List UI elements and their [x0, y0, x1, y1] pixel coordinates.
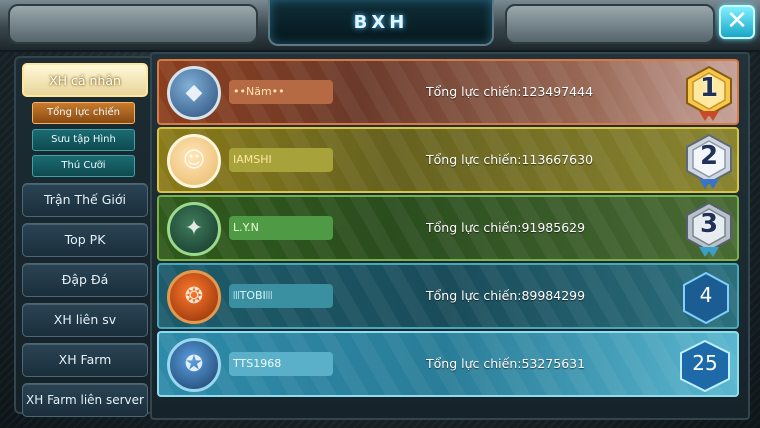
rank-number: 4: [699, 283, 713, 307]
rank-row[interactable]: ✦ L.Y.N Tổng lực chiến:91985629 3: [157, 195, 739, 261]
sidebar-item-xh-ca-nhan[interactable]: XH cá nhân: [22, 63, 148, 97]
avatar[interactable]: ☺: [167, 134, 221, 188]
battle-power: Tổng lực chiến:89984299: [426, 288, 586, 303]
sidebar-item-tran-the-gioi[interactable]: Trận Thế Giới: [22, 183, 148, 217]
subtab-thu-cuoi[interactable]: Thú Cưỡi: [32, 155, 135, 177]
sidebar-item-dap-da[interactable]: Đập Đá: [22, 263, 148, 297]
close-icon: ✕: [726, 6, 748, 36]
top-plate-left: [8, 4, 258, 44]
fire-creature-avatar-icon: ❂: [184, 284, 204, 309]
robot-dragon-avatar-icon: ✪: [184, 352, 204, 377]
player-name: L.Y.N: [229, 216, 333, 240]
rank-row[interactable]: ✪ TTS1968 Tổng lực chiến:53275631 25: [157, 331, 739, 397]
girl-avatar-icon: ☺: [182, 148, 206, 173]
player-name: ꔖTOBIꔖ: [229, 284, 333, 308]
avatar[interactable]: ✪: [167, 338, 221, 392]
battle-power: Tổng lực chiến:91985629: [426, 220, 586, 235]
bronze-medal-icon: 3: [683, 201, 735, 257]
sidebar-item-top-pk[interactable]: Top PK: [22, 223, 148, 257]
avatar[interactable]: ◆: [167, 66, 221, 120]
avatar[interactable]: ✦: [167, 202, 221, 256]
top-plate-right: [505, 4, 715, 44]
sidebar-item-xh-farm[interactable]: XH Farm: [22, 343, 148, 377]
subtab-suu-tap-hinh[interactable]: Sưu tập Hình: [32, 129, 135, 151]
player-name: IAMSHI: [229, 148, 333, 172]
close-button[interactable]: ✕: [719, 5, 755, 39]
title-panel: BXH: [268, 0, 494, 46]
battle-power: Tổng lực chiến:123497444: [426, 84, 594, 99]
dragon-avatar-icon: ◆: [185, 80, 203, 105]
hexagon-rank-icon: 25: [675, 339, 735, 393]
gold-medal-icon: 1: [683, 65, 735, 121]
rank-number: 2: [699, 141, 719, 171]
battle-power: Tổng lực chiến:113667630: [426, 152, 594, 167]
rank-row[interactable]: ❂ ꔖTOBIꔖ Tổng lực chiến:89984299 4: [157, 263, 739, 329]
rank-row[interactable]: ☺ IAMSHI Tổng lực chiến:113667630 2: [157, 127, 739, 193]
battle-power: Tổng lực chiến:53275631: [426, 356, 586, 371]
creature-avatar-icon: ✦: [184, 216, 204, 241]
rank-number: 3: [699, 209, 719, 239]
sidebar-item-xh-farm-lien-server[interactable]: XH Farm liên server: [22, 383, 148, 417]
rank-number: 1: [699, 73, 719, 103]
rank-row[interactable]: ◆ ••Năm•• Tổng lực chiến:123497444 1: [157, 59, 739, 125]
top-bar: BXH ✕: [0, 0, 760, 52]
player-name: TTS1968: [229, 352, 333, 376]
sidebar-item-xh-lien-sv[interactable]: XH liên sv: [22, 303, 148, 337]
avatar[interactable]: ❂: [167, 270, 221, 324]
subtab-tong-luc-chien[interactable]: Tổng lực chiến: [32, 102, 135, 124]
rank-number: 25: [692, 351, 718, 375]
player-name: ••Năm••: [229, 80, 333, 104]
silver-medal-icon: 2: [683, 133, 735, 189]
hexagon-rank-icon: 4: [680, 271, 732, 325]
page-title: BXH: [353, 12, 409, 33]
